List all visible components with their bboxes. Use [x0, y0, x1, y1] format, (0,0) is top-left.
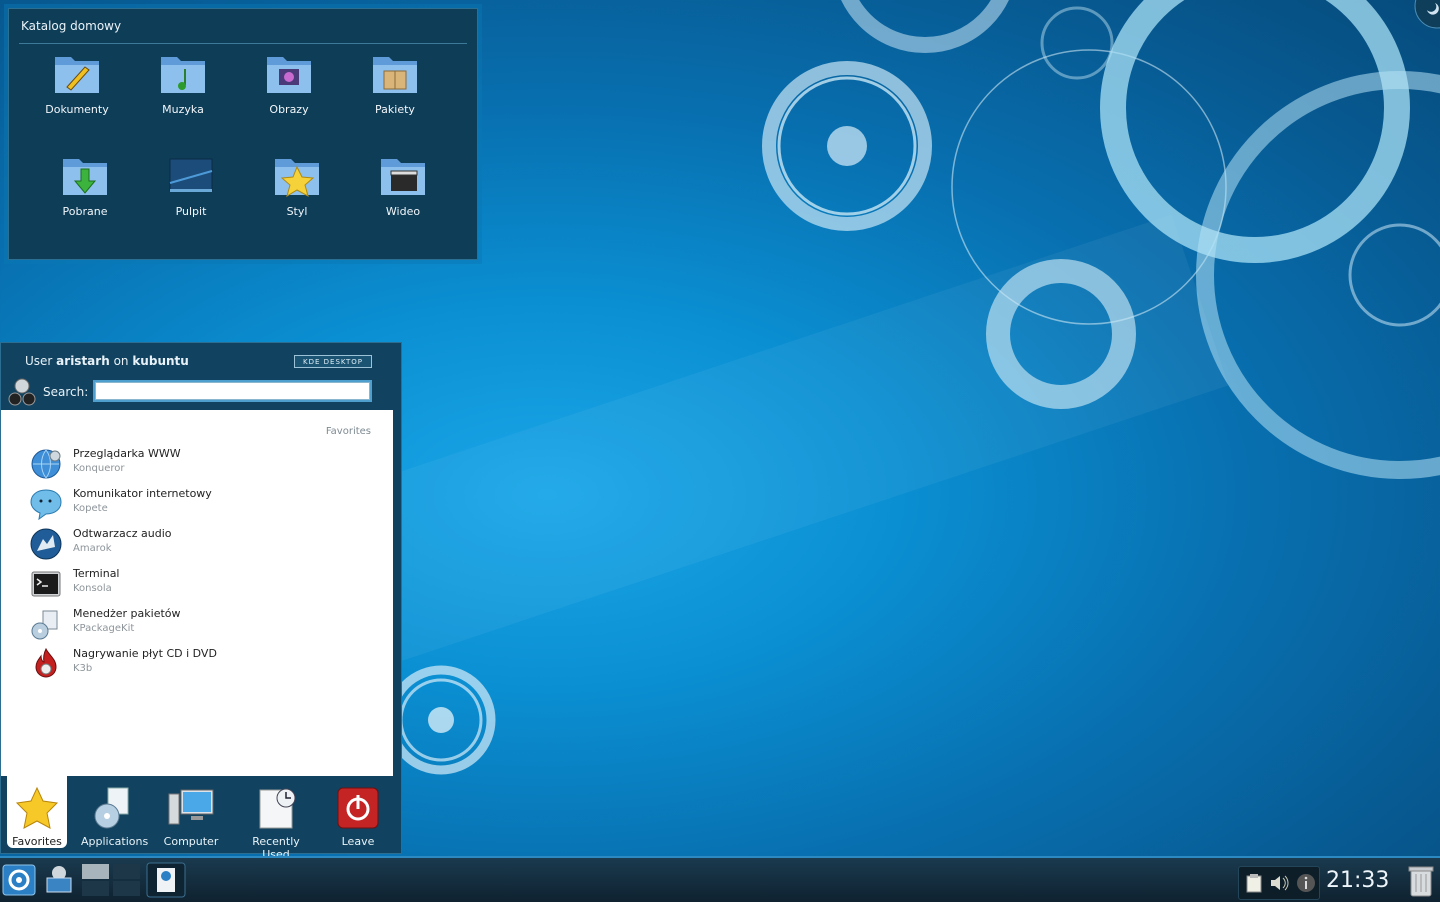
tab-label: Computer — [163, 835, 219, 848]
recent-documents-icon — [259, 788, 296, 829]
system-tray — [1238, 866, 1320, 900]
kickoff-launcher-menu: User aristarh on kubuntu KDE DESKTOP Sea… — [0, 342, 403, 861]
favorite-name: Komunikator internetowy — [73, 487, 212, 500]
digital-clock[interactable]: 21:33 — [1326, 868, 1389, 893]
folder-item-label: Wideo — [385, 205, 421, 218]
tab-label: Leave — [341, 835, 375, 848]
favorite-app: KPackageKit — [73, 623, 135, 634]
tab-leave[interactable]: Leave — [331, 776, 385, 848]
folder-view-widget[interactable]: Katalog domowy Dokumenty Muzyka Obrazy P… — [8, 8, 478, 260]
folder-item-packages[interactable]: Pakiety — [350, 51, 440, 116]
favorite-name: Terminal — [73, 567, 120, 580]
package-manager-icon — [31, 610, 58, 640]
tab-label: Favorites — [12, 835, 62, 848]
tab-recently-used[interactable]: Recently Used — [237, 776, 315, 861]
search-input[interactable] — [95, 382, 370, 400]
favorite-app: Amarok — [73, 543, 112, 554]
favorite-item-konqueror[interactable]: Przeglądarka WWW Konqueror — [29, 445, 369, 481]
tab-label: Applications — [81, 835, 149, 848]
power-icon — [337, 787, 379, 829]
folder-video-icon — [379, 153, 427, 199]
show-desktop-icon[interactable] — [44, 864, 74, 896]
terminal-icon — [31, 571, 61, 597]
list-header: Favorites — [325, 426, 371, 437]
kickoff-tab-bar: Favorites Applications Computer Recently… — [1, 776, 403, 861]
favorite-item-konsole[interactable]: Terminal Konsola — [29, 565, 369, 601]
folder-item-label: Pulpit — [175, 205, 207, 218]
tab-favorites[interactable]: Favorites — [7, 776, 67, 848]
folder-view-separator — [19, 43, 467, 44]
favorite-app: Konqueror — [73, 463, 125, 474]
folder-item-label: Dokumenty — [45, 103, 109, 116]
favorites-list: Favorites Przeglądarka WWW Konqueror Kom… — [1, 410, 393, 776]
folder-item-documents[interactable]: Dokumenty — [32, 51, 122, 116]
kopete-chat-icon — [30, 489, 62, 521]
favorite-item-k3b[interactable]: Nagrywanie płyt CD i DVD K3b — [29, 645, 369, 681]
folder-item-label: Styl — [286, 205, 308, 218]
favorite-name: Przeglądarka WWW — [73, 447, 181, 460]
folder-images-icon — [265, 51, 313, 97]
folder-item-label: Obrazy — [269, 103, 309, 116]
favorite-app: Kopete — [73, 503, 108, 514]
folder-downloads-icon — [61, 153, 109, 199]
favorite-item-kpackagekit[interactable]: Menedżer pakietów KPackageKit — [29, 605, 369, 641]
konqueror-globe-icon — [31, 449, 61, 479]
folder-item-music[interactable]: Muzyka — [138, 51, 228, 116]
folder-item-label: Pobrane — [62, 205, 108, 218]
favorite-item-kopete[interactable]: Komunikator internetowy Kopete — [29, 485, 369, 521]
tab-applications[interactable]: Applications — [81, 776, 149, 848]
kde-desktop-badge: KDE DESKTOP — [294, 355, 372, 368]
tab-computer[interactable]: Computer — [161, 776, 221, 848]
binoculars-search-icon — [8, 378, 36, 406]
folder-item-label: Pakiety — [375, 103, 415, 116]
favorite-name: Menedżer pakietów — [73, 607, 181, 620]
taskbar-panel: 21:33 — [0, 856, 1440, 902]
clipboard-icon[interactable] — [1243, 872, 1265, 894]
folder-item-downloads[interactable]: Pobrane — [40, 153, 130, 218]
applications-icon — [94, 787, 129, 829]
desktop-folder-icon — [167, 153, 215, 199]
pager-desktop-3[interactable] — [82, 881, 109, 896]
favorite-item-amarok[interactable]: Odtwarzacz audio Amarok — [29, 525, 369, 561]
notifications-info-icon[interactable] — [1295, 872, 1317, 894]
folder-style-icon — [273, 153, 321, 199]
computer-icon — [168, 789, 214, 825]
folder-item-style[interactable]: Styl — [252, 153, 342, 218]
folder-documents-icon — [53, 51, 101, 97]
folder-view-title: Katalog domowy — [21, 19, 122, 33]
kickoff-launcher-button[interactable] — [2, 864, 36, 896]
folder-music-icon — [159, 51, 207, 97]
folder-item-images[interactable]: Obrazy — [244, 51, 334, 116]
user-info: User aristarh on kubuntu — [25, 354, 189, 368]
favorite-app: K3b — [73, 663, 93, 674]
star-icon — [15, 786, 59, 829]
folder-item-video[interactable]: Wideo — [358, 153, 448, 218]
virtual-desktop-pager[interactable] — [82, 864, 140, 896]
pager-desktop-2[interactable] — [113, 864, 140, 879]
favorite-app: Konsola — [73, 583, 112, 594]
desktop-toolbox-icon[interactable] — [1409, 0, 1440, 32]
favorite-name: Nagrywanie płyt CD i DVD — [73, 647, 217, 660]
trash-icon[interactable] — [1406, 864, 1436, 898]
task-item-icon[interactable] — [146, 862, 186, 898]
folder-item-desktop[interactable]: Pulpit — [146, 153, 236, 218]
volume-icon[interactable] — [1268, 872, 1290, 894]
folder-item-label: Muzyka — [162, 103, 204, 116]
k3b-flame-icon — [35, 647, 57, 678]
favorite-name: Odtwarzacz audio — [73, 527, 172, 540]
pager-desktop-4[interactable] — [113, 881, 140, 896]
pager-desktop-1[interactable] — [82, 864, 109, 879]
search-label: Search: — [43, 385, 89, 399]
amarok-wolf-icon — [30, 528, 62, 560]
folder-packages-icon — [371, 51, 419, 97]
